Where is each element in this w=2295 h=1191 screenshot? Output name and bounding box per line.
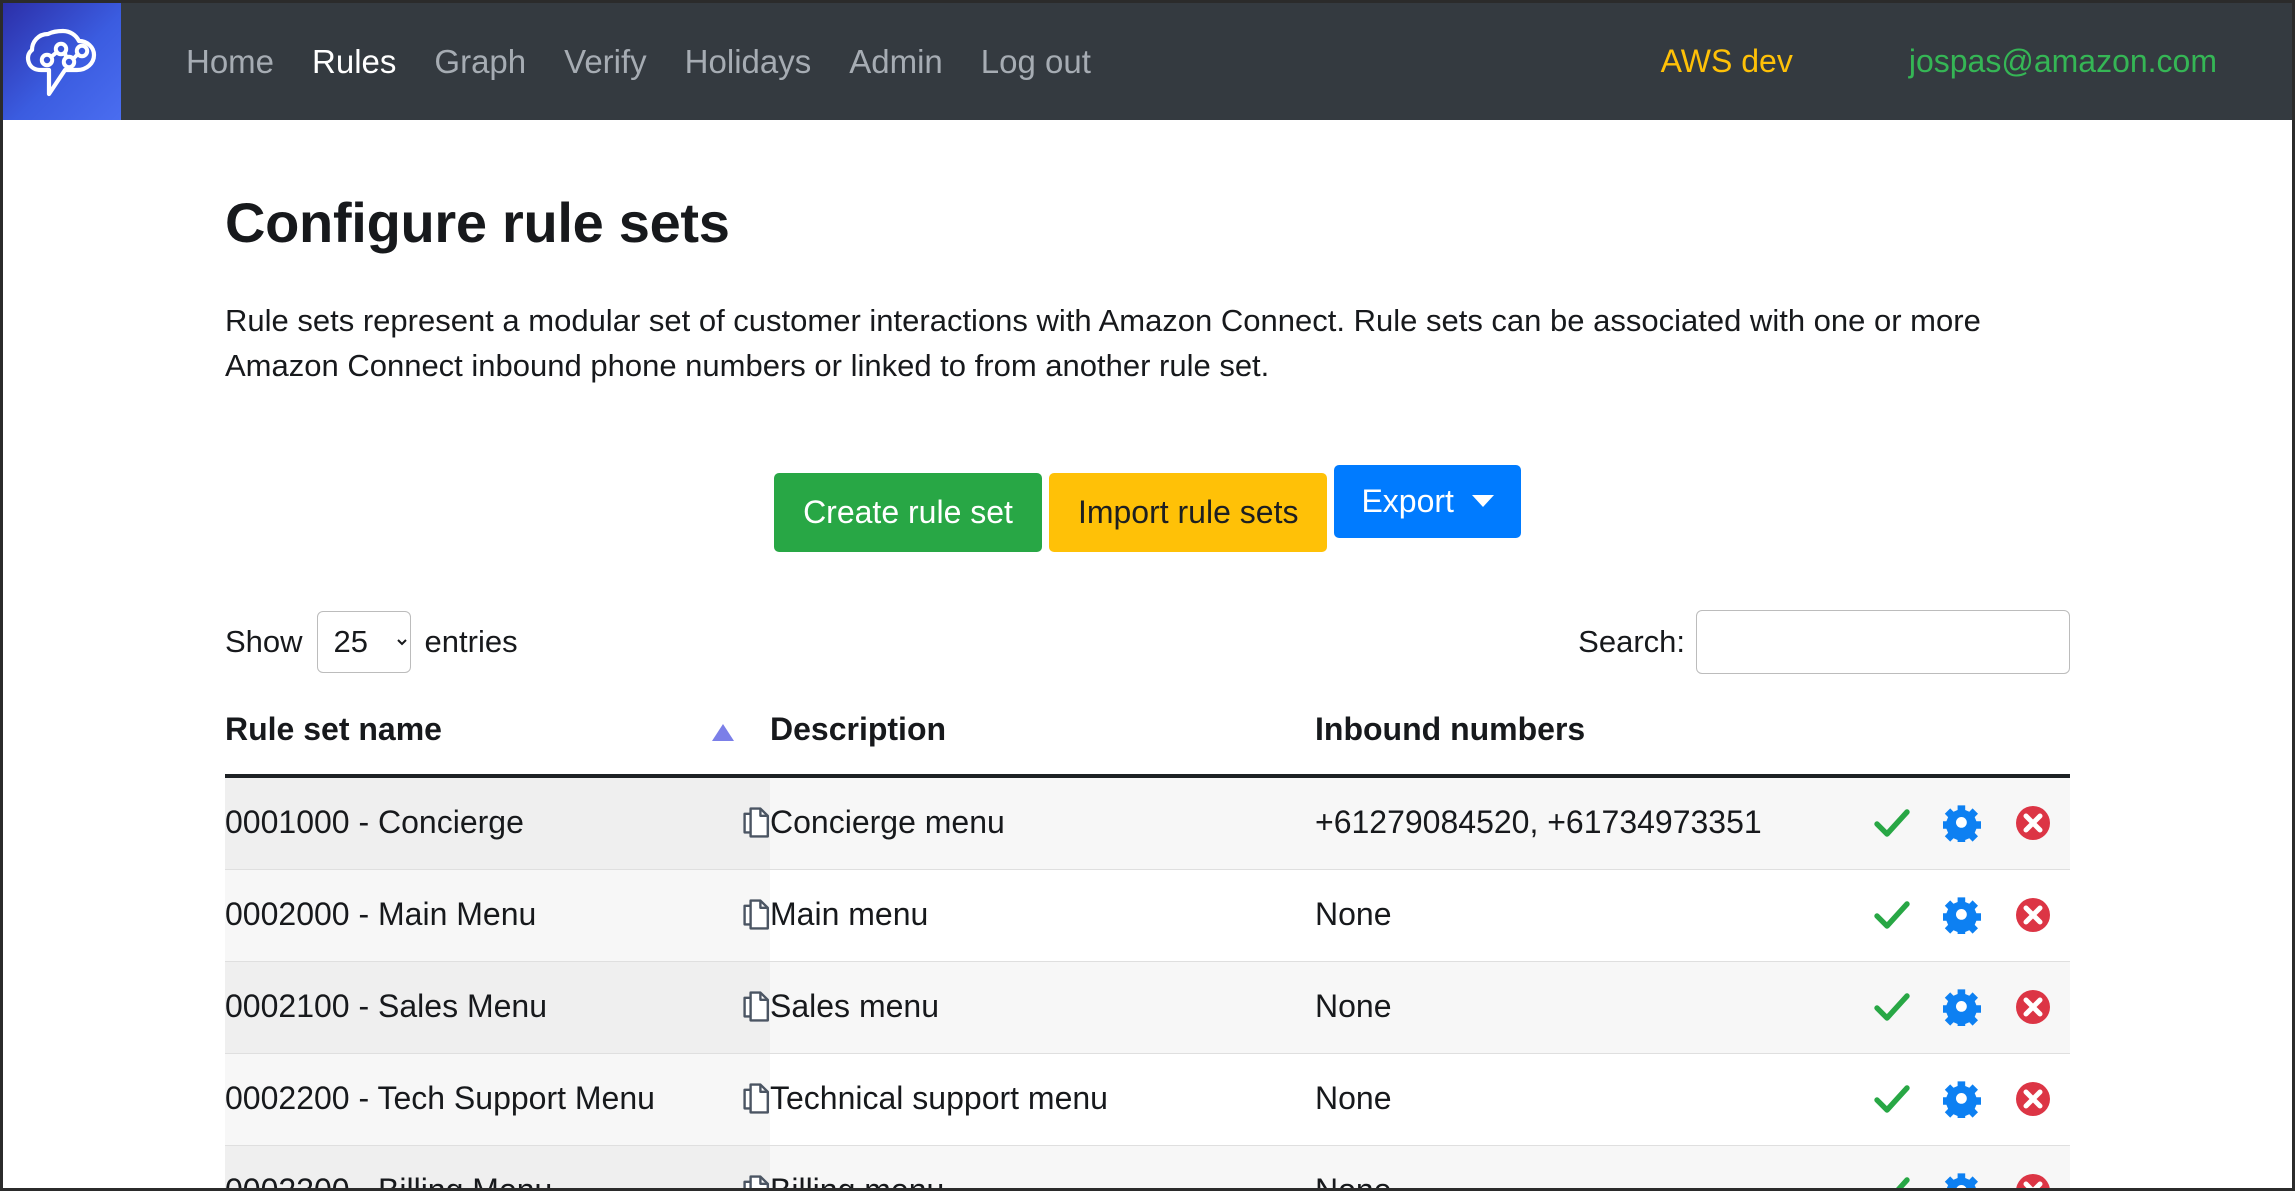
export-dropdown-button[interactable]: Export [1334,464,1521,538]
page-title: Configure rule sets [225,191,730,254]
rule-sets-table: Rule set name Description Inbound number… [225,710,2070,1191]
search-input[interactable] [1696,609,2070,674]
cell-description: Main menu [770,869,1315,962]
cloud-analytics-logo-icon [25,28,97,96]
check-icon[interactable] [1874,1175,1910,1188]
column-header-rule-set-name[interactable]: Rule set name [225,710,770,778]
cell-actions [1874,775,2070,870]
copy-icon[interactable] [743,1175,770,1188]
import-rule-sets-button[interactable]: Import rule sets [1048,472,1328,552]
cell-rule-set-name: 0002100 - Sales Menu [225,961,770,1054]
top-navigation-bar: Home Rules Graph Verify Holidays Admin L… [3,3,2292,120]
show-entries-control: Show 10 25 50 100 entries [225,610,518,673]
nav-link-holidays[interactable]: Holidays [666,45,831,78]
cell-rule-set-name: 0002000 - Main Menu [225,869,770,962]
entries-per-page-select[interactable]: 10 25 50 100 [316,610,411,673]
cell-inbound-numbers: None [1315,869,2015,962]
gear-icon[interactable] [1943,1080,1981,1118]
user-email-label[interactable]: jospas@amazon.com [1890,43,2236,80]
cell-description: Billing menu [770,1145,1315,1188]
nav-link-admin[interactable]: Admin [830,45,962,78]
gear-icon[interactable] [1943,896,1981,934]
cell-inbound-numbers: None [1315,1053,2015,1146]
cell-description: Concierge menu [770,775,1315,870]
action-button-row: Create rule set Import rule sets Export [225,464,2070,555]
copy-icon[interactable] [743,899,770,930]
nav-link-verify[interactable]: Verify [545,45,666,78]
show-entries-suffix-label: entries [424,623,518,659]
table-row[interactable]: 0002300 - Billing Menu Billing menu None [225,1145,2070,1191]
cell-actions [1895,1145,2070,1188]
copy-icon[interactable] [743,807,770,838]
table-row[interactable]: 0002000 - Main Menu Main menu None [225,869,2070,962]
delete-circle-icon[interactable] [2014,988,2052,1026]
column-header-actions [2015,710,2070,778]
table-header: Rule set name Description Inbound number… [225,710,2070,778]
cell-actions [1874,1053,2070,1146]
delete-circle-icon[interactable] [2014,896,2052,934]
copy-icon[interactable] [743,991,770,1022]
column-header-label: Rule set name [225,710,442,747]
search-control: Search: [1578,609,2070,674]
show-entries-prefix-label: Show [225,623,303,659]
cell-rule-set-name: 0002300 - Billing Menu [225,1145,770,1191]
app-window: Home Rules Graph Verify Holidays Admin L… [0,0,2295,1191]
rule-set-name-label: 0001000 - Concierge [225,804,524,841]
column-header-description[interactable]: Description [770,710,1315,778]
check-icon[interactable] [1874,991,1910,1023]
nav-link-home[interactable]: Home [167,45,293,78]
cell-rule-set-name: 0002200 - Tech Support Menu [225,1053,770,1146]
gear-icon[interactable] [1943,988,1981,1026]
column-header-inbound-numbers[interactable]: Inbound numbers [1315,710,2015,778]
table-controls: Show 10 25 50 100 entries Search: [225,609,2070,675]
nav-link-rules[interactable]: Rules [293,45,415,78]
nav-right-section: AWS dev jospas@amazon.com [1642,3,2292,120]
cell-actions [1874,961,2070,1054]
page-description: Rule sets represent a modular set of cus… [225,303,1981,383]
chevron-down-icon [1471,494,1494,507]
nav-links: Home Rules Graph Verify Holidays Admin L… [121,3,1110,120]
check-icon[interactable] [1874,899,1910,931]
environment-label[interactable]: AWS dev [1642,43,1812,80]
search-label: Search: [1578,623,1685,659]
cell-inbound-numbers: None [1315,961,2015,1054]
delete-circle-icon[interactable] [2014,1172,2052,1188]
cell-description: Technical support menu [770,1053,1315,1146]
table-row[interactable]: 0001000 - Concierge Concierge menu +6127… [225,775,2070,870]
delete-circle-icon[interactable] [2014,1080,2052,1118]
rule-set-name-label: 0002300 - Billing Menu [225,1172,553,1191]
app-logo[interactable] [3,3,121,120]
check-icon[interactable] [1874,1083,1910,1115]
rule-set-name-label: 0002200 - Tech Support Menu [225,1080,655,1117]
nav-link-log-out[interactable]: Log out [962,45,1110,78]
cell-rule-set-name: 0001000 - Concierge [225,775,770,870]
create-rule-set-button[interactable]: Create rule set [774,472,1042,552]
rule-set-name-label: 0002000 - Main Menu [225,896,537,933]
table-row[interactable]: 0002200 - Tech Support Menu Technical su… [225,1053,2070,1146]
nav-link-graph[interactable]: Graph [415,45,545,78]
table-header-row: Rule set name Description Inbound number… [225,710,2070,778]
sort-ascending-icon [712,723,734,741]
cell-inbound-numbers: +61279084520, +61734973351 [1315,775,2015,870]
gear-icon[interactable] [1943,804,1981,842]
gear-icon[interactable] [1943,1172,1981,1188]
export-button-label: Export [1361,482,1454,519]
rule-set-name-label: 0002100 - Sales Menu [225,988,547,1025]
cell-inbound-numbers: None [1315,1145,2015,1188]
main-content: Configure rule sets Rule sets represent … [3,120,2292,1191]
check-icon[interactable] [1874,807,1910,839]
cell-description: Sales menu [770,961,1315,1054]
cell-actions [1874,869,2070,962]
table-row[interactable]: 0002100 - Sales Menu Sales menu None [225,961,2070,1054]
copy-icon[interactable] [743,1083,770,1114]
table-body: 0001000 - Concierge Concierge menu +6127… [225,775,2070,1191]
delete-circle-icon[interactable] [2014,804,2052,842]
